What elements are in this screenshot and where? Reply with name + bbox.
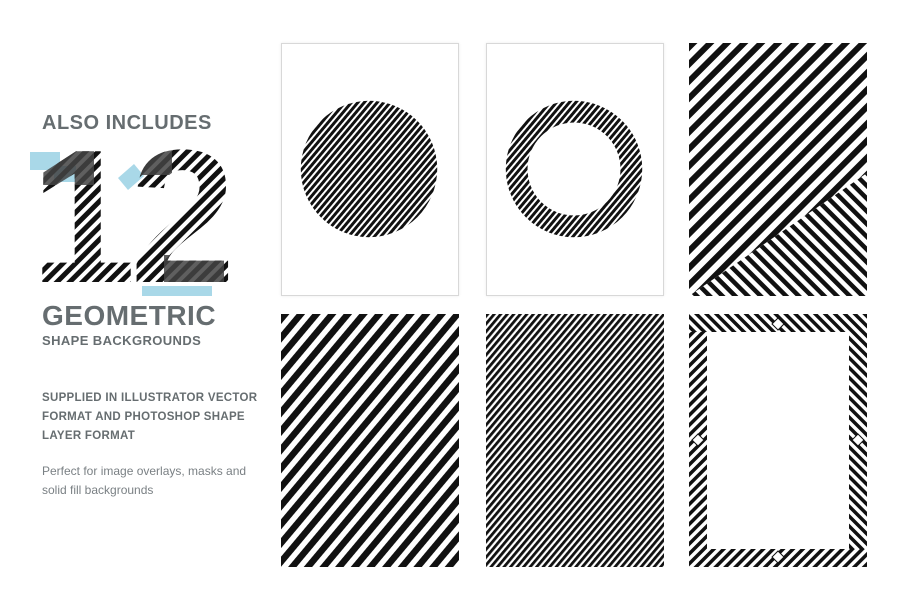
split-diagonal-pattern [689, 43, 867, 296]
thick-diagonal-pattern [281, 314, 459, 567]
striped-ring [505, 100, 643, 238]
solid-overlay [164, 255, 224, 282]
background-card-thin-diagonal [486, 314, 664, 567]
geometric-heading: GEOMETRIC [42, 300, 217, 331]
background-card-circle [281, 43, 459, 296]
solid-overlay [40, 145, 94, 185]
thick-stripes [281, 314, 459, 567]
promo-text-panel: ALSO INCLUDES 12 GEOMETRIC SHAPE BACKGRO… [30, 0, 267, 607]
ring-pattern [505, 100, 643, 238]
thin-stripes [486, 314, 664, 567]
also-includes-heading: ALSO INCLUDES [42, 112, 212, 134]
background-card-ring [486, 43, 664, 296]
background-card-thick-diagonal [281, 314, 459, 567]
number-twelve-graphic: 12 [30, 140, 230, 300]
supplied-format-text: SUPPLIED IN ILLUSTRATOR VECTOR FORMAT AN… [42, 392, 258, 442]
shape-backgrounds-heading: SHAPE BACKGROUNDS [42, 333, 202, 348]
usage-description: Perfect for image overlays, masks and so… [42, 464, 247, 497]
thin-diagonal-pattern [486, 314, 664, 567]
background-card-frame [689, 314, 867, 567]
frame-inner-panel [707, 332, 849, 549]
frame-pattern [689, 314, 867, 567]
solid-overlay [122, 145, 172, 175]
circle-pattern [300, 100, 438, 238]
striped-circle [300, 100, 438, 238]
background-card-split-diagonal [689, 43, 867, 296]
